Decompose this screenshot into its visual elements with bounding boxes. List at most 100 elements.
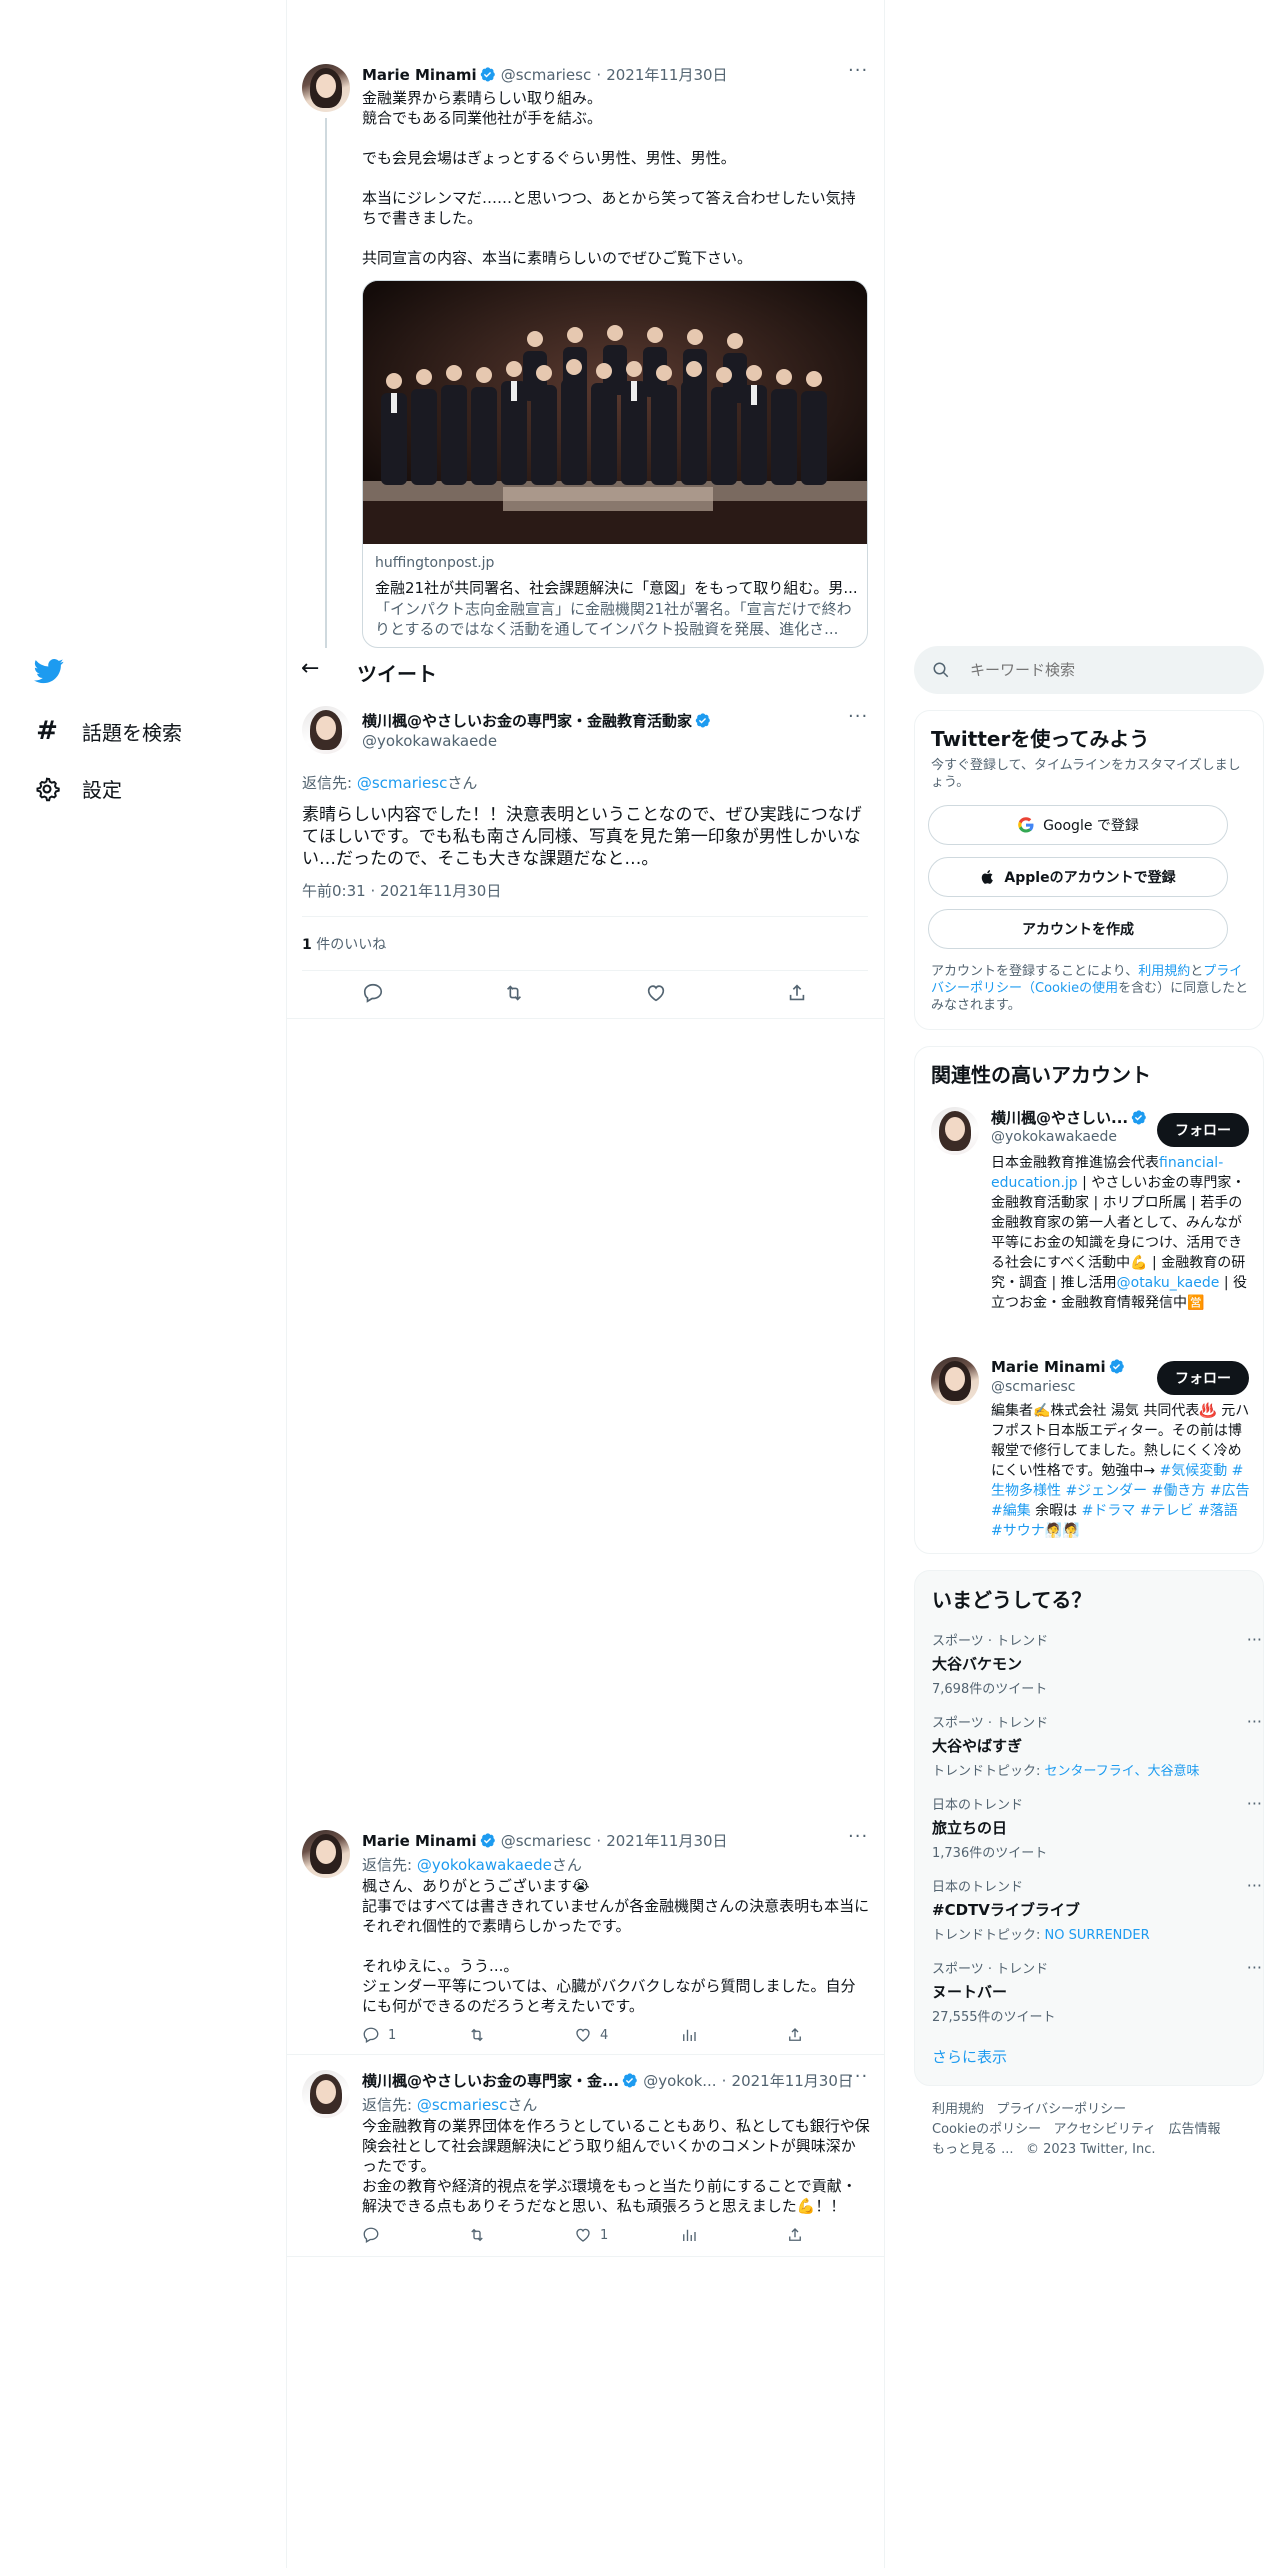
author-name[interactable]: Marie Minami [362,66,477,84]
trend-item[interactable]: 日本のトレンド #CDTVライブライブ トレンドトピック: NO SURREND… [932,1876,1262,1943]
trend-item[interactable]: スポーツ · トレンド 大谷バケモン 7,698件のツイート ··· [932,1630,1262,1697]
divider [287,1018,884,1019]
author-handle[interactable]: @scmariesc [501,1832,592,1850]
more-options-icon[interactable]: ··· [848,2066,868,2087]
footer-link[interactable]: Cookieのポリシー [932,2122,1041,2137]
trend-topics-label: トレンドトピック: [932,1764,1045,1779]
reply-action[interactable]: 1 [362,2026,468,2044]
trend-item[interactable]: スポーツ · トレンド 大谷やばすぎ トレンドトピック: センターフライ、大谷意… [932,1712,1262,1779]
analytics-action[interactable] [680,2026,786,2044]
share-action[interactable] [786,2026,892,2044]
reply-context: 返信先: @scmariescさん [362,2094,537,2115]
tweet-text: 今金融教育の業界団体を作ろうとしていることもあり、私としても銀行や保険会社として… [362,2117,870,2215]
avatar[interactable] [302,2070,350,2118]
author-name[interactable]: Marie Minami [362,1832,477,1850]
follow-button[interactable]: フォロー [1157,1361,1249,1395]
apple-signup-button[interactable]: Appleのアカウントで登録 [928,857,1228,897]
author-handle[interactable]: @scmariesc [501,66,592,84]
footer-link[interactable]: プライバシーポリシー [996,2102,1126,2117]
account-handle[interactable]: @scmariesc [991,1379,1075,1395]
trend-category: スポーツ · トレンド [932,1634,1049,1649]
account-handle[interactable]: @yokokawakaede [991,1129,1117,1145]
more-options-icon[interactable]: ··· [848,1826,868,1847]
analytics-action[interactable] [680,2226,786,2244]
show-more-link[interactable]: さらに表示 [932,2046,1007,2067]
footer-link[interactable]: 利用規約 [932,2102,984,2117]
divider [302,970,868,971]
nav-explore[interactable]: # 話題を検索 [34,716,182,746]
follow-button[interactable]: フォロー [1157,1113,1249,1147]
footer-link[interactable]: 広告情報 [1169,2122,1221,2137]
reply-to-link[interactable]: @scmariesc [357,774,448,792]
nav-settings[interactable]: 設定 [34,774,122,803]
reply-to-link[interactable]: @scmariesc [417,2096,508,2114]
tweet-date[interactable]: 2021年11月30日 [606,66,727,84]
account-name-row[interactable]: 横川楓@やさしい... [991,1107,1147,1128]
bio-text: 日本金融教育推進協会代表 [991,1155,1159,1171]
likes-summary[interactable]: 1 件のいいね [302,934,386,954]
trend-item[interactable]: スポーツ · トレンド ヌートバー 27,555件のツイート ··· [932,1958,1262,2025]
avatar[interactable] [302,64,350,112]
trend-item[interactable]: 日本のトレンド 旅立ちの日 1,736件のツイート ··· [932,1794,1262,1861]
trend-more-icon[interactable]: ··· [1247,1958,1262,1977]
like-icon [576,2228,590,2242]
search-input[interactable] [970,658,1250,682]
reply-prefix: 返信先: [362,1856,413,1874]
cookie-link[interactable]: Cookieの使用 [1035,981,1118,996]
link-card[interactable]: huffingtonpost.jp 金融21社が共同署名、社会課題解決に「意図」… [362,280,868,648]
like-icon [576,2028,590,2042]
more-options-icon[interactable]: ··· [848,60,868,81]
tweet-timestamp[interactable]: 午前0:31 · 2021年11月30日 [302,880,501,901]
verified-badge-icon [480,67,495,82]
verified-badge-icon [1131,1110,1146,1125]
tweet-header: Marie Minami @scmariesc · 2021年11月30日 [362,1830,728,1851]
trend-more-icon[interactable]: ··· [1247,1876,1262,1895]
retweet-icon[interactable] [503,982,525,1004]
avatar[interactable] [931,1357,979,1405]
divider [287,2054,884,2055]
bio-text: 🧖🧖 [1044,1523,1080,1539]
like-icon[interactable] [645,982,667,1004]
avatar[interactable] [302,706,350,754]
tweet-text: 楓さん、ありがとうございます😭 記事ではすべては書ききれていませんが各金融機関さ… [362,1877,870,2015]
footer-link[interactable]: もっと見る ... [932,2142,1014,2157]
trend-more-icon[interactable]: ··· [1247,1794,1262,1813]
terms-link[interactable]: 利用規約 [1138,964,1190,979]
tweet-date[interactable]: 2021年11月30日 [732,2072,853,2090]
bio-mention-link[interactable]: @otaku_kaede [1117,1275,1220,1291]
trend-more-icon[interactable]: ··· [1247,1712,1262,1731]
create-account-button[interactable]: アカウントを作成 [928,909,1228,949]
avatar[interactable] [302,1830,350,1878]
trend-topic-links[interactable]: NO SURRENDER [1045,1928,1150,1943]
verified-badge-icon [1109,1359,1124,1374]
back-arrow-icon[interactable]: ← [301,656,319,681]
author-name[interactable]: 横川楓@やさしいお金の専門家・金... [362,2072,619,2090]
author-handle[interactable]: @yokok... [643,2072,716,2090]
like-action[interactable]: 1 [574,2226,680,2244]
account-name-row[interactable]: Marie Minami [991,1357,1125,1376]
reply-icon[interactable] [362,982,384,1004]
trend-more-icon[interactable]: ··· [1247,1630,1262,1649]
nav-explore-label: 話題を検索 [82,720,182,745]
more-options-icon[interactable]: ··· [848,706,868,727]
retweet-action[interactable] [468,2226,574,2244]
reply-to-link[interactable]: @yokokawakaede [417,1856,552,1874]
search-box[interactable] [914,646,1264,694]
likes-label: 件のいいね [316,937,387,953]
reply-context: 返信先: @scmariescさん [302,772,477,793]
author-name[interactable]: 横川楓@やさしいお金の専門家・金融教育活動家 [362,712,692,730]
press-conference-photo [363,281,867,544]
trend-topic-links[interactable]: センターフライ、大谷意味 [1045,1764,1200,1779]
google-signup-button[interactable]: Google で登録 [928,805,1228,845]
reply-action[interactable] [362,2226,468,2244]
footer-link[interactable]: アクセシビリティ [1054,2122,1157,2137]
author-handle[interactable]: @yokokawakaede [362,732,497,750]
share-icon[interactable] [786,982,808,1004]
tweet-date[interactable]: 2021年11月30日 [606,1832,727,1850]
avatar[interactable] [931,1107,979,1155]
share-action[interactable] [786,2226,892,2244]
twitter-logo[interactable] [34,656,64,690]
like-action[interactable]: 4 [574,2026,680,2044]
analytics-icon [683,2229,696,2241]
retweet-action[interactable] [468,2026,574,2044]
